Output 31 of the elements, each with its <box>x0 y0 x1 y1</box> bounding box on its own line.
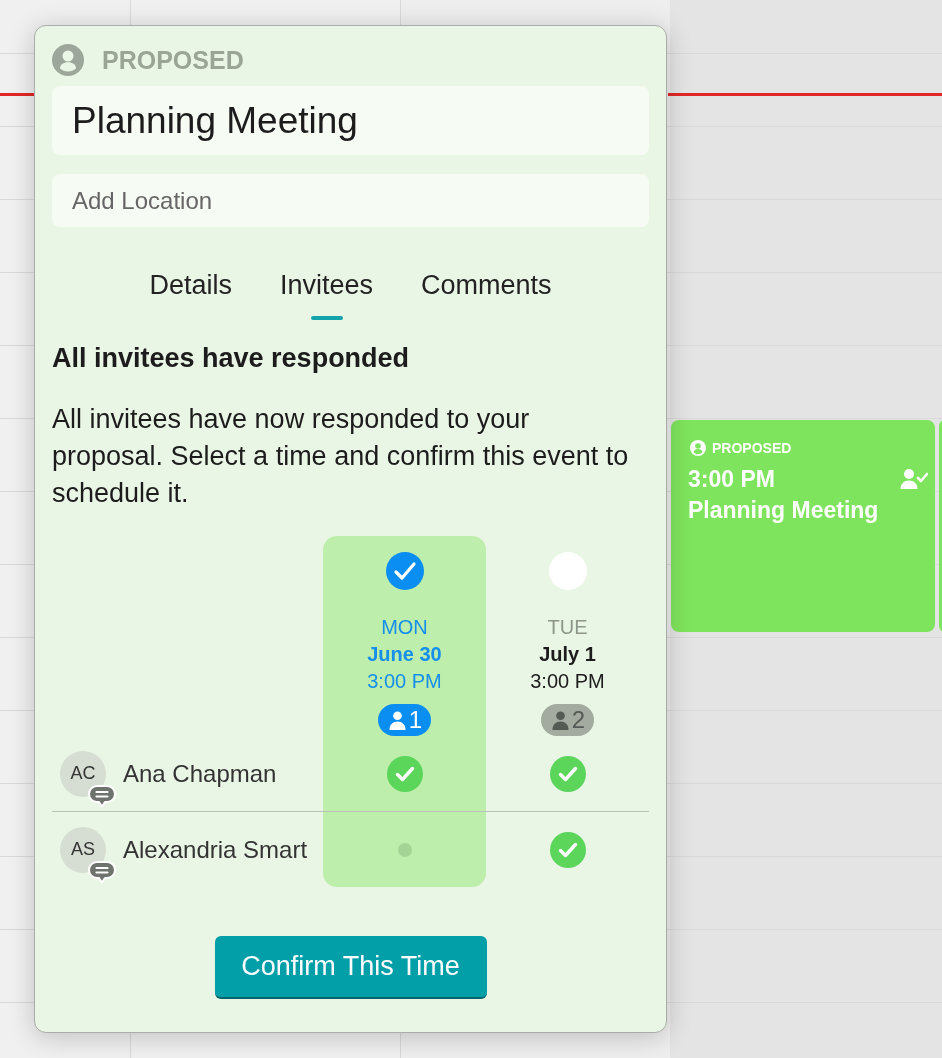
option-day: MON <box>381 614 428 641</box>
person-icon <box>551 710 569 730</box>
option-date: June 30 <box>367 642 442 667</box>
tab[interactable]: Comments <box>421 265 552 320</box>
message-text: All invitees have now responded to your proposal. Select a time and confirm this event to schedule it. <box>52 403 630 510</box>
title-field[interactable]: Planning Meeting <box>52 86 649 155</box>
status-label: PROPOSED <box>102 45 244 75</box>
user-circle-icon <box>52 44 84 76</box>
option-date: July 1 <box>539 642 596 667</box>
event-time: 3:00 PM <box>688 465 775 494</box>
person-check-icon <box>900 468 928 490</box>
invitee-name: Ana Chapman <box>123 759 277 788</box>
avatar: AC <box>60 750 106 797</box>
current-time-line <box>0 93 34 96</box>
tab[interactable]: Details <box>149 265 232 320</box>
vote-count: 2 <box>571 706 586 734</box>
vote-count: 1 <box>408 706 423 734</box>
person-icon <box>388 710 406 730</box>
section-heading: All invitees have responded <box>52 342 411 374</box>
option-time: 3:00 PM <box>367 669 442 694</box>
invitee-name: Alexandria Smart <box>123 835 308 864</box>
option-day: TUE <box>547 614 588 641</box>
user-circle-icon <box>690 440 706 456</box>
event-status: PROPOSED <box>712 440 792 456</box>
radio-button[interactable] <box>548 552 587 590</box>
event-title: Planning Meeting <box>688 496 879 525</box>
tab[interactable]: Invitees <box>279 265 374 320</box>
avatar: AS <box>60 826 106 873</box>
location-field[interactable]: Add Location <box>52 174 649 227</box>
option-time: 3:00 PM <box>530 669 605 694</box>
radio-button[interactable] <box>385 552 424 590</box>
